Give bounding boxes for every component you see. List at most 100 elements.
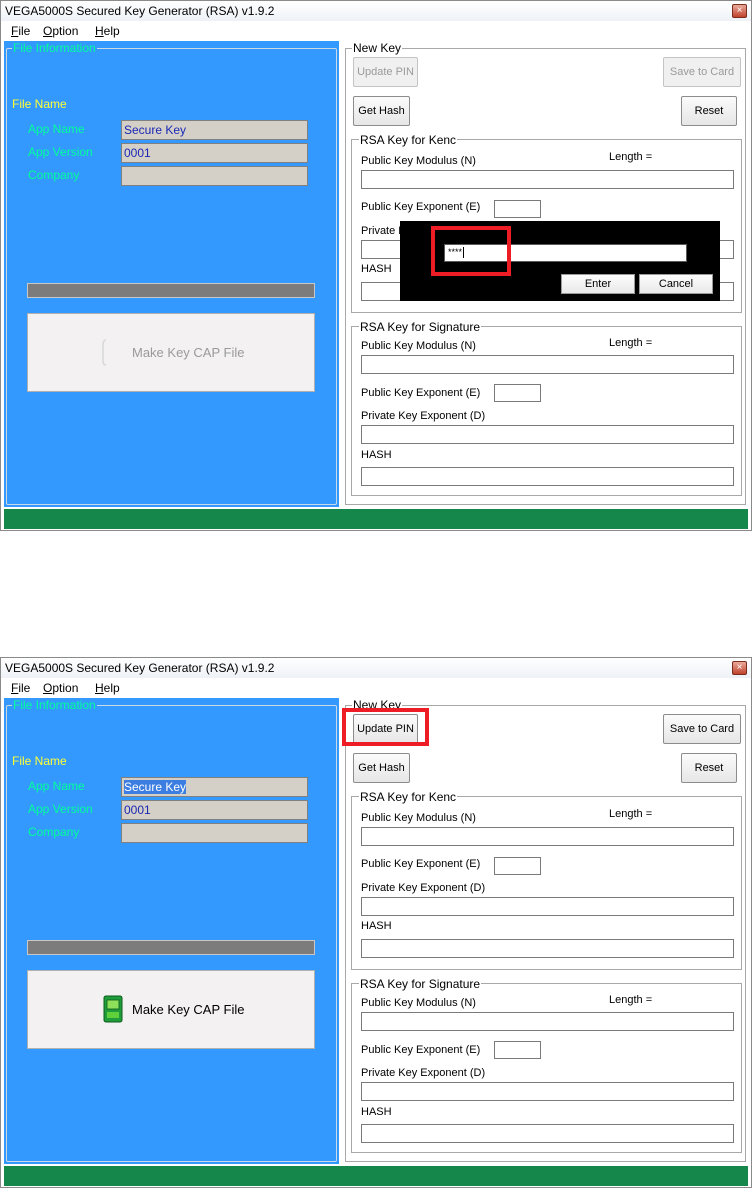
kenc-hash-field[interactable] <box>361 939 734 958</box>
signature-group: Public Key Modulus (N) Length = Public K… <box>351 983 742 1153</box>
menu-file-rest: ile <box>18 681 31 695</box>
highlight-update-pin <box>342 708 429 746</box>
kenc-exponent-e-label: Public Key Exponent (E) <box>361 201 481 213</box>
app-window-pin-dialog: VEGA5000S Secured Key Generator (RSA) v1… <box>0 0 752 531</box>
close-icon[interactable]: × <box>732 661 747 675</box>
file-information-group <box>6 705 337 1162</box>
title-bar: VEGA5000S Secured Key Generator (RSA) v1… <box>1 658 751 679</box>
close-icon[interactable]: × <box>732 4 747 18</box>
sig-exponent-e-field[interactable] <box>494 1041 541 1059</box>
app-name-field[interactable]: Secure Key <box>121 120 308 140</box>
kenc-legend: RSA Key for Kenc <box>359 133 458 147</box>
menu-help-rest: elp <box>103 681 120 695</box>
signature-group: Public Key Modulus (N) Length = Public K… <box>351 326 742 496</box>
make-key-cap-file-label: Make Key CAP File <box>132 345 245 360</box>
kenc-length-label: Length = <box>609 808 653 820</box>
progress-bar <box>27 940 315 955</box>
app-name-field[interactable]: Secure Key <box>121 777 308 797</box>
progress-bar <box>27 283 315 298</box>
menu-help[interactable]: Help <box>95 681 120 695</box>
sig-exponent-e-field[interactable] <box>494 384 541 402</box>
cancel-button[interactable]: Cancel <box>639 274 713 294</box>
sig-modulus-label: Public Key Modulus (N) <box>361 997 476 1009</box>
kenc-exponent-d-field[interactable] <box>361 897 734 916</box>
sig-exponent-d-label: Private Key Exponent (D) <box>361 410 486 422</box>
company-field[interactable] <box>121 823 308 843</box>
save-to-card-button[interactable]: Save to Card <box>663 57 741 87</box>
app-name-selected-text: Secure Key <box>124 780 187 794</box>
app-version-label: App Version <box>28 802 93 816</box>
sig-modulus-field[interactable] <box>361 355 734 374</box>
company-label: Company <box>28 825 80 839</box>
reset-button[interactable]: Reset <box>681 96 737 126</box>
file-name-label: File Name <box>12 754 67 768</box>
menu-file[interactable]: File <box>11 24 30 38</box>
sig-length-label: Length = <box>609 994 653 1006</box>
kenc-modulus-field[interactable] <box>361 170 734 189</box>
menu-help-rest: elp <box>103 24 120 38</box>
kenc-exponent-e-field[interactable] <box>494 857 541 875</box>
sig-hash-label: HASH <box>361 1106 392 1118</box>
sig-length-label: Length = <box>609 337 653 349</box>
sig-modulus-field[interactable] <box>361 1012 734 1031</box>
app-version-field[interactable]: 0001 <box>121 800 308 820</box>
kenc-group: Public Key Modulus (N) Length = Public K… <box>351 796 742 970</box>
new-key-legend: New Key <box>352 41 403 55</box>
sig-exponent-e-label: Public Key Exponent (E) <box>361 1044 481 1056</box>
file-information-panel: File Information File Name App Name App … <box>4 41 339 507</box>
menu-bar: File Option Help <box>1 678 751 697</box>
sig-exponent-d-label: Private Key Exponent (D) <box>361 1067 486 1079</box>
app-window-update-pin: VEGA5000S Secured Key Generator (RSA) v1… <box>0 657 752 1188</box>
sig-hash-field[interactable] <box>361 1124 734 1143</box>
update-pin-button[interactable]: Update PIN <box>353 57 418 87</box>
make-key-cap-file-button[interactable]: Make Key CAP File <box>27 313 315 392</box>
menu-option-rest: ption <box>52 24 79 38</box>
window-title: VEGA5000S Secured Key Generator (RSA) v1… <box>5 4 275 18</box>
sig-hash-field[interactable] <box>361 467 734 486</box>
sig-hash-label: HASH <box>361 449 392 461</box>
menu-help-accel: H <box>95 681 104 695</box>
signature-legend: RSA Key for Signature <box>359 320 482 334</box>
reset-button[interactable]: Reset <box>681 753 737 783</box>
enter-button[interactable]: Enter <box>561 274 635 294</box>
sig-modulus-label: Public Key Modulus (N) <box>361 340 476 352</box>
kenc-hash-label: HASH <box>361 263 392 275</box>
make-key-cap-file-label: Make Key CAP File <box>132 1002 245 1017</box>
kenc-modulus-field[interactable] <box>361 827 734 846</box>
menu-file[interactable]: File <box>11 681 30 695</box>
kenc-exponent-d-label: Private Key Exponent (D) <box>361 882 486 894</box>
status-bar <box>4 509 748 529</box>
window-title: VEGA5000S Secured Key Generator (RSA) v1… <box>5 661 275 675</box>
kenc-exponent-e-field[interactable] <box>494 200 541 218</box>
signature-legend: RSA Key for Signature <box>359 977 482 991</box>
save-to-card-button[interactable]: Save to Card <box>663 714 741 744</box>
menu-option-rest: ption <box>52 681 79 695</box>
title-bar: VEGA5000S Secured Key Generator (RSA) v1… <box>1 1 751 22</box>
menu-option[interactable]: Option <box>43 24 78 38</box>
menu-help[interactable]: Help <box>95 24 120 38</box>
menu-option-accel: O <box>43 24 53 38</box>
menu-option-accel: O <box>43 681 53 695</box>
sig-exponent-d-field[interactable] <box>361 1082 734 1101</box>
highlight-pin-input <box>431 226 511 276</box>
cap-file-icon <box>103 995 123 1023</box>
cap-file-icon <box>102 339 107 366</box>
app-version-field[interactable]: 0001 <box>121 143 308 163</box>
app-version-label: App Version <box>28 145 93 159</box>
status-bar <box>4 1166 748 1186</box>
menu-option[interactable]: Option <box>43 681 78 695</box>
file-name-label: File Name <box>12 97 67 111</box>
kenc-hash-label: HASH <box>361 920 392 932</box>
new-key-panel: New Key Update PIN Save to Card Get Hash… <box>344 698 749 1164</box>
kenc-modulus-label: Public Key Modulus (N) <box>361 155 476 167</box>
kenc-legend: RSA Key for Kenc <box>359 790 458 804</box>
get-hash-button[interactable]: Get Hash <box>353 96 410 126</box>
company-field[interactable] <box>121 166 308 186</box>
make-key-cap-file-button[interactable]: Make Key CAP File <box>27 970 315 1049</box>
company-label: Company <box>28 168 80 182</box>
file-information-legend: File Information <box>12 698 97 712</box>
get-hash-button[interactable]: Get Hash <box>353 753 410 783</box>
menu-file-rest: ile <box>18 24 31 38</box>
app-name-label: App Name <box>28 779 85 793</box>
sig-exponent-d-field[interactable] <box>361 425 734 444</box>
